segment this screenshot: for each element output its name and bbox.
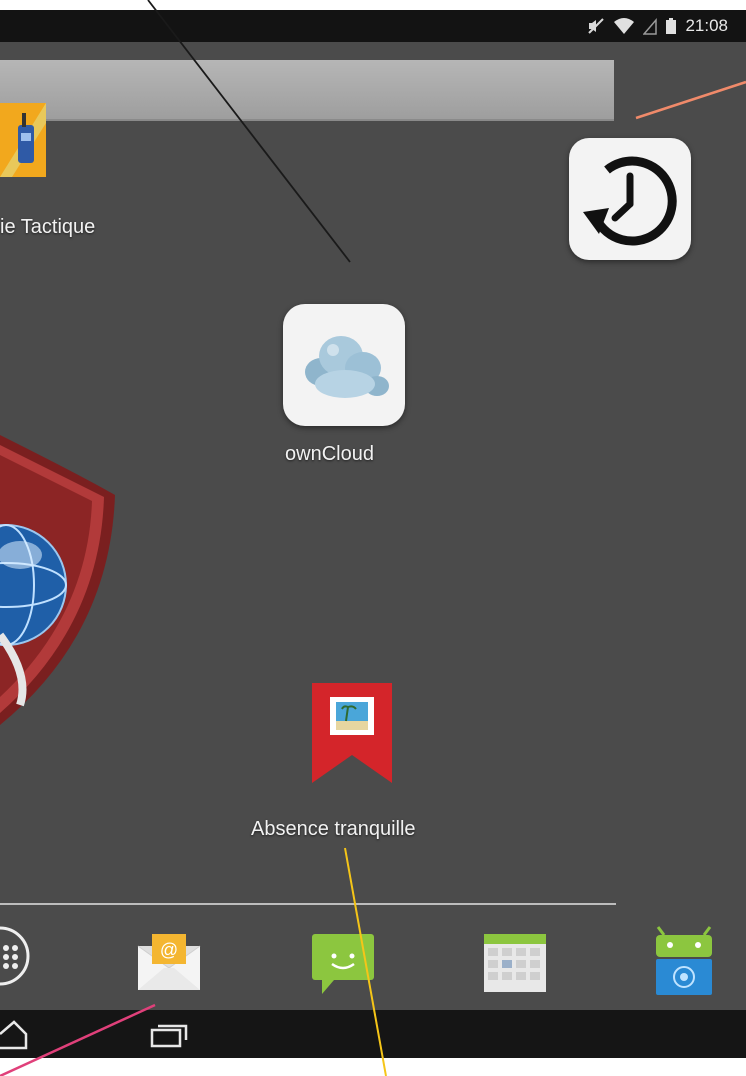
app-label-absence: Absence tranquille (251, 818, 416, 840)
bookmark-photo-icon (312, 683, 392, 783)
calendar-app-icon[interactable] (482, 932, 548, 994)
android-robot-icon (656, 926, 712, 995)
dock-divider (0, 903, 616, 905)
android-app-icon[interactable] (652, 925, 716, 997)
calendar-grid-icon (484, 934, 546, 992)
email-app-icon[interactable]: @ (136, 928, 202, 994)
absence-tranquille-app-icon[interactable] (308, 683, 396, 783)
status-bar: 21:08 (0, 10, 746, 42)
grid-circle-icon (0, 926, 30, 986)
clock-arrow-icon (583, 156, 677, 246)
mute-icon (588, 18, 605, 34)
messaging-app-icon[interactable] (310, 930, 376, 996)
home-nav-icon[interactable] (0, 1020, 28, 1050)
svg-text:@: @ (160, 940, 178, 960)
envelope-at-icon: @ (137, 934, 201, 990)
android-home-screen: 21:08 ie Tactique ownCloud Absence tranq… (0, 10, 746, 1058)
owncloud-app-icon[interactable] (283, 304, 405, 426)
app-drawer-icon[interactable] (0, 924, 32, 988)
walkie-talkie-icon (0, 103, 46, 177)
app-label-owncloud: ownCloud (285, 443, 374, 465)
shield-globe-icon (0, 435, 115, 725)
smiley-chat-icon (312, 934, 374, 994)
tactical-radio-app-icon[interactable] (0, 103, 46, 177)
cloud-icon (305, 336, 389, 398)
wifi-icon (614, 18, 635, 34)
recent-apps-nav-icon[interactable] (150, 1020, 190, 1050)
battery-icon (666, 18, 677, 34)
app-label-tactique: ie Tactique (0, 216, 96, 238)
navigation-bar (0, 1010, 746, 1058)
status-time: 21:08 (685, 16, 728, 35)
search-bar[interactable] (0, 60, 614, 121)
restore-clock-icon[interactable] (569, 138, 691, 260)
security-shield-globe-icon[interactable] (0, 435, 125, 735)
signal-icon (643, 17, 658, 35)
